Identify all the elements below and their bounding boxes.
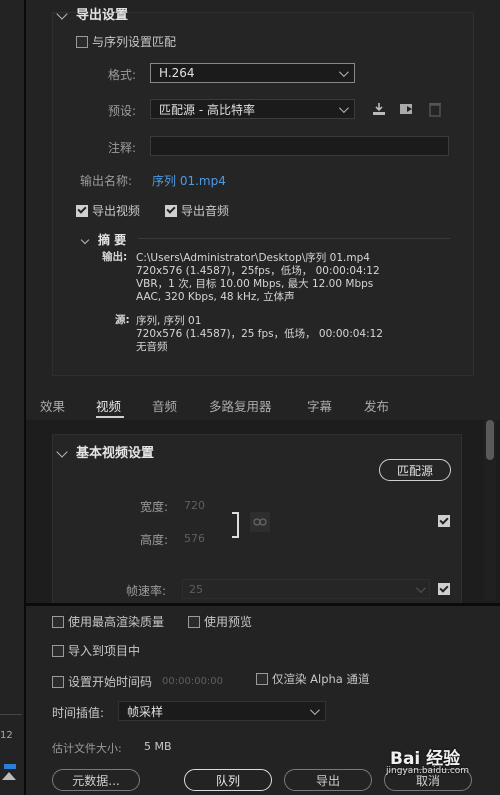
tab-captions[interactable]: 字幕 bbox=[307, 396, 332, 415]
width-height-checkbox[interactable] bbox=[438, 515, 450, 527]
summary-output-line: 720x576 (1.4587)，25fps，低场， 00:00:04:12 bbox=[136, 265, 380, 277]
chevron-down-icon bbox=[415, 582, 426, 593]
start-timecode-option[interactable]: 设置开始时间码 00:00:00:00 bbox=[52, 673, 223, 690]
start-timecode-label: 设置开始时间码 bbox=[68, 675, 153, 689]
tab-video[interactable]: 视频 bbox=[96, 396, 121, 415]
time-interpolation-select[interactable]: 帧采样 bbox=[118, 701, 326, 721]
export-settings-header[interactable]: 导出设置 bbox=[56, 4, 129, 23]
chevron-down-icon bbox=[338, 102, 349, 113]
summary-source-line: 序列, 序列 01 bbox=[136, 315, 202, 327]
max-render-quality-option[interactable]: 使用最高渲染质量 bbox=[52, 613, 164, 630]
import-preset-icon[interactable] bbox=[398, 101, 416, 117]
estimated-size-label: 估计文件大小: bbox=[52, 742, 122, 755]
summary-source-label: 源: bbox=[115, 314, 130, 326]
format-select[interactable]: H.264 bbox=[150, 63, 355, 83]
queue-button[interactable]: 队列 bbox=[184, 769, 272, 791]
render-alpha-label: 仅渲染 Alpha 通道 bbox=[272, 672, 370, 686]
preset-value: 匹配源 - 高比特率 bbox=[159, 102, 255, 117]
render-alpha-checkbox[interactable] bbox=[256, 673, 268, 685]
frame-rate-label: 帧速率: bbox=[126, 584, 167, 598]
max-render-quality-checkbox[interactable] bbox=[52, 615, 64, 628]
tab-effects[interactable]: 效果 bbox=[40, 396, 65, 415]
time-interpolation-value: 帧采样 bbox=[127, 704, 164, 719]
export-video-label: 导出视频 bbox=[92, 204, 141, 218]
dimension-link-bracket bbox=[232, 512, 239, 538]
settings-tabs: 效果 视频 音频 多路复用器 字幕 发布 bbox=[26, 392, 500, 418]
chain-link-icon[interactable] bbox=[250, 512, 270, 532]
preset-label: 预设: bbox=[108, 104, 137, 118]
match-sequence-settings[interactable]: 与序列设置匹配 bbox=[76, 33, 176, 50]
use-previews-label: 使用预览 bbox=[204, 615, 253, 629]
height-value[interactable]: 576 bbox=[184, 532, 205, 545]
time-interpolation-label: 时间插值: bbox=[52, 706, 105, 720]
height-label: 高度: bbox=[140, 533, 169, 547]
metadata-button[interactable]: 元数据... bbox=[52, 769, 140, 791]
import-project-checkbox[interactable] bbox=[52, 644, 64, 657]
export-audio-option[interactable]: 导出音频 bbox=[165, 202, 229, 219]
left-strip-triangle-icon bbox=[2, 772, 16, 780]
render-alpha-option[interactable]: 仅渲染 Alpha 通道 bbox=[256, 671, 370, 687]
format-label: 格式: bbox=[108, 68, 137, 82]
scrollbar-thumb[interactable] bbox=[486, 420, 494, 460]
match-sequence-checkbox[interactable] bbox=[76, 35, 88, 48]
preset-select[interactable]: 匹配源 - 高比特率 bbox=[150, 99, 355, 119]
frame-rate-select[interactable]: 25 bbox=[182, 579, 430, 599]
section-title: 导出设置 bbox=[76, 8, 129, 23]
tab-audio[interactable]: 音频 bbox=[152, 396, 177, 415]
use-previews-option[interactable]: 使用预览 bbox=[188, 613, 252, 630]
match-sequence-label: 与序列设置匹配 bbox=[92, 35, 177, 49]
chevron-down-icon bbox=[309, 704, 320, 715]
left-strip-indicator bbox=[4, 764, 16, 769]
summary-output-line: VBR，1 次, 目标 10.00 Mbps, 最大 12.00 Mbps bbox=[136, 278, 374, 290]
basic-video-title: 基本视频设置 bbox=[76, 446, 155, 461]
export-video-option[interactable]: 导出视频 bbox=[76, 202, 140, 219]
import-project-label: 导入到项目中 bbox=[68, 644, 141, 658]
tab-publish[interactable]: 发布 bbox=[364, 396, 389, 415]
start-timecode-value[interactable]: 00:00:00:00 bbox=[162, 676, 223, 687]
import-project-option[interactable]: 导入到项目中 bbox=[52, 642, 140, 659]
start-timecode-checkbox[interactable] bbox=[52, 675, 64, 688]
collapse-chevron-icon[interactable] bbox=[56, 445, 68, 458]
estimated-size-value: 5 MB bbox=[144, 740, 172, 753]
tab-multiplexer[interactable]: 多路复用器 bbox=[209, 396, 272, 415]
save-preset-icon[interactable] bbox=[370, 101, 388, 117]
output-name-label: 输出名称: bbox=[80, 174, 133, 188]
comment-input[interactable] bbox=[150, 136, 449, 156]
left-strip-number: 12 bbox=[0, 730, 13, 741]
summary-output-label: 输出: bbox=[102, 251, 128, 263]
summary-source-line: 720x576 (1.4587)，25 fps，低场， 00:00:04:12 bbox=[136, 328, 383, 340]
width-value[interactable]: 720 bbox=[184, 499, 205, 512]
export-audio-label: 导出音频 bbox=[181, 204, 230, 218]
summary-output-block: C:\Users\Administrator\Desktop\序列 01.mp4… bbox=[136, 252, 380, 304]
summary-output-line: C:\Users\Administrator\Desktop\序列 01.mp4 bbox=[136, 252, 370, 264]
export-audio-checkbox[interactable] bbox=[165, 204, 177, 217]
output-name-link[interactable]: 序列 01.mp4 bbox=[152, 172, 226, 189]
frame-rate-checkbox[interactable] bbox=[438, 583, 450, 595]
collapse-chevron-icon[interactable] bbox=[56, 7, 68, 20]
comment-label: 注释: bbox=[108, 141, 137, 155]
left-panel-strip: 12 bbox=[0, 0, 26, 795]
summary-source-block: 序列, 序列 01 720x576 (1.4587)，25 fps，低场， 00… bbox=[136, 315, 383, 354]
summary-source-line: 无音频 bbox=[136, 341, 168, 353]
watermark-url: jingyan.baidu.com bbox=[386, 766, 470, 776]
use-previews-checkbox[interactable] bbox=[188, 615, 200, 628]
width-label: 宽度: bbox=[140, 500, 169, 514]
export-button[interactable]: 导出 bbox=[284, 769, 372, 791]
match-source-button[interactable]: 匹配源 bbox=[379, 459, 451, 481]
export-video-checkbox[interactable] bbox=[76, 204, 88, 217]
max-render-quality-label: 使用最高渲染质量 bbox=[68, 615, 165, 629]
basic-video-header[interactable]: 基本视频设置 bbox=[56, 442, 155, 461]
summary-title: 摘 要 bbox=[98, 233, 127, 247]
active-tab-indicator bbox=[96, 416, 124, 418]
collapse-chevron-icon[interactable] bbox=[80, 235, 90, 244]
summary-output-line: AAC, 320 Kbps, 48 kHz, 立体声 bbox=[136, 291, 295, 303]
summary-header[interactable]: 摘 要 bbox=[80, 231, 127, 248]
delete-preset-icon[interactable] bbox=[426, 101, 444, 117]
summary-divider bbox=[138, 238, 450, 239]
chevron-down-icon bbox=[338, 66, 349, 77]
frame-rate-value: 25 bbox=[189, 582, 203, 596]
baidu-watermark: Bai 经验 jingyan.baidu.com bbox=[384, 740, 496, 790]
format-value: H.264 bbox=[159, 66, 195, 80]
